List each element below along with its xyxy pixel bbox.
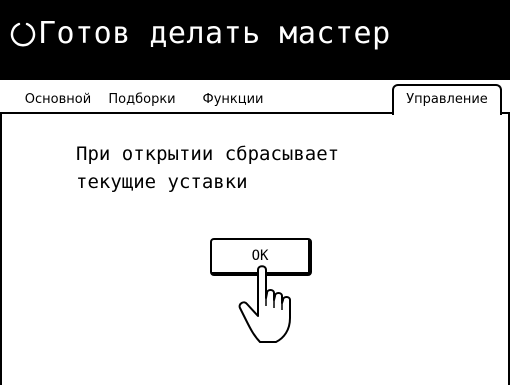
tab-selections[interactable]: Подборки xyxy=(102,88,182,110)
tab-basic[interactable]: Основной xyxy=(18,88,98,110)
printer-panel-screen: Готов делать мастер Основной Подборки Фу… xyxy=(0,0,510,385)
dialog-message: При открытии сбрасывает текущие уставки xyxy=(76,140,339,196)
tab-management[interactable]: Управление xyxy=(392,84,502,115)
status-header: Готов делать мастер xyxy=(0,0,510,80)
status-line: Готов делать мастер xyxy=(10,14,391,54)
message-line-2: текущие уставки xyxy=(76,171,248,193)
tab-functions[interactable]: Функции xyxy=(186,88,280,110)
message-line-1: При открытии сбрасывает xyxy=(76,143,340,165)
status-text: Готов делать мастер xyxy=(38,16,391,51)
circle-status-icon xyxy=(10,22,36,47)
hand-pointer-icon xyxy=(238,265,291,343)
